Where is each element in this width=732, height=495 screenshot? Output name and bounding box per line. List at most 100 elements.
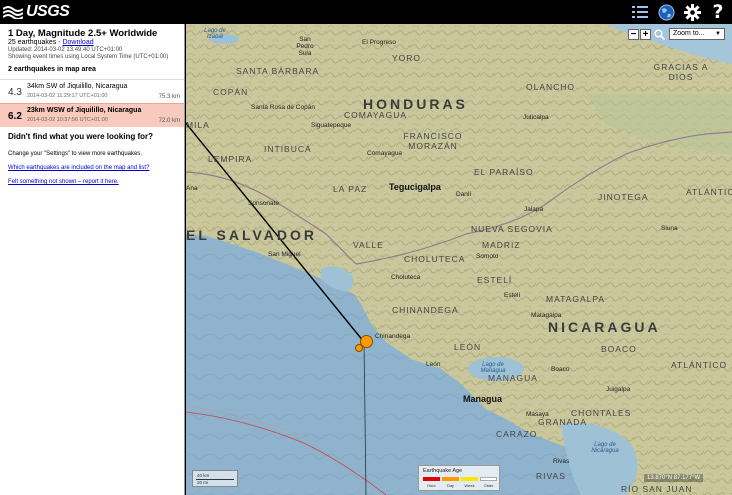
label-valle: VALLE [353, 240, 384, 250]
label-danli: Danlí [456, 191, 472, 198]
label-comayagua: COMAYAGUA [344, 110, 407, 120]
label-juigalpa: Juigalpa [606, 386, 631, 393]
label-somoto: Somoto [476, 253, 499, 260]
label-matagalpa: MATAGALPA [546, 294, 606, 304]
magnitude: 6.2 [8, 111, 22, 122]
label-sonsonate: Sonsonate [248, 200, 280, 207]
label-francisco-morazan: FRANCISCO MORAZÁN [403, 131, 463, 151]
age-label-older: Older [483, 483, 494, 488]
quake-depth: 72.0 km [158, 118, 180, 124]
label-el-progreso: El Progreso [362, 39, 396, 46]
help-heading: Didn't find what you were looking for? [8, 132, 154, 141]
earthquake-list-item[interactable]: 4.3 34km SW of Jiquilillo, Nicaragua 201… [0, 79, 184, 103]
label-boaco: BOACO [601, 344, 637, 354]
label-lago-de-managua: Lago de Managua [480, 362, 506, 374]
map-area-count: 2 earthquakes in map area [8, 66, 96, 73]
chevron-down-icon: ▼ [715, 31, 721, 37]
magnitude: 4.3 [8, 87, 22, 98]
label-yoro: YORO [392, 53, 422, 63]
updated-time: Updated: 2014-03-02 13:49:40 UTC+01:00 [8, 47, 123, 53]
label-rio-san-juan: RÍO SAN JUAN [621, 484, 693, 494]
zoom-in-button[interactable]: + [640, 28, 651, 40]
label-nicaragua: NICARAGUA [548, 319, 661, 335]
label-siuna: Siuna [661, 225, 678, 232]
earthquake-marker-4.3[interactable] [355, 344, 363, 352]
earthquake-age-legend: Earthquake Age Hour Day Week Older [418, 465, 500, 491]
which-earthquakes-link[interactable]: Which earthquakes are included on the ma… [8, 165, 149, 171]
label-granada: GRANADA [538, 417, 588, 427]
quake-place: 23km WSW of Jiquilillo, Nicaragua [27, 107, 142, 114]
label-esteli-city: Estelí [504, 292, 521, 299]
scale-bar: 40 km 20 mi [192, 470, 238, 487]
usgs-wave-icon [3, 6, 23, 19]
label-masaya: Masaya [526, 411, 549, 418]
age-label-week: Week [464, 483, 475, 488]
quake-place: 34km SW of Jiquilillo, Nicaragua [27, 83, 128, 90]
quake-depth: 75.3 km [158, 94, 180, 100]
label-lago-de-izabal: Lago de Izabal [204, 28, 226, 40]
quake-time: 2014-03-02 10:37:56 UTC+01:00 [27, 117, 108, 123]
help-icon[interactable]: ? [708, 2, 728, 22]
earthquake-count: 25 earthquakes - Download [8, 39, 94, 46]
label-san-pedro-sula: San Pedro Sula [296, 36, 314, 57]
label-ana: Ana [186, 185, 198, 192]
scale-mi: 20 mi [197, 480, 209, 485]
label-carazo: CARAZO [496, 429, 538, 439]
label-olancho: OLANCHO [526, 82, 576, 92]
list-icon[interactable] [630, 2, 650, 22]
map-view[interactable]: HONDURAS EL SALVADOR NICARAGUA SANTA BÁR… [186, 24, 732, 495]
quake-time: 2014-03-02 11:29:17 UTC+01:00 [27, 93, 108, 99]
earthquake-list-panel: 1 Day, Magnitude 2.5+ Worldwide 25 earth… [0, 24, 185, 495]
label-intibuca: INTIBUCÁ [264, 144, 312, 154]
label-choluteca-city: Choluteca [391, 274, 421, 281]
label-atlantico-south: ATLÁNTICO [671, 360, 728, 370]
zoom-out-button[interactable]: − [628, 28, 639, 40]
report-felt-link[interactable]: Felt something not shown – report it her… [8, 179, 119, 185]
label-atlantico: ATLÁNTICO [686, 187, 732, 197]
label-san-miguel: San Miguel [268, 251, 301, 258]
globe-icon[interactable] [656, 2, 676, 22]
label-lago-de-nicaragua: Lago de Nicaragua [591, 442, 619, 454]
help-settings-text: Change your "Settings" to view more eart… [8, 151, 142, 157]
label-tegucigalpa: Tegucigalpa [389, 182, 441, 192]
gear-icon[interactable] [682, 2, 702, 22]
timezone-note: Showing event times using Local System T… [8, 54, 169, 60]
age-swatch-day [442, 477, 459, 481]
label-jinotega: JINOTEGA [598, 192, 649, 202]
zoom-to-select[interactable]: Zoom to... ▼ [669, 28, 725, 40]
label-rivas: RIVAS [536, 471, 566, 481]
label-mila: MILA [186, 120, 210, 130]
label-matagalpa-city: Matagalpa [531, 312, 562, 319]
age-swatch-hour [423, 477, 440, 481]
label-managua-city: Managua [463, 394, 503, 404]
label-copan: COPÁN [213, 87, 249, 97]
earthquake-list-item-selected[interactable]: 6.2 23km WSW of Jiquilillo, Nicaragua 20… [0, 103, 184, 127]
search-icon[interactable] [654, 29, 665, 40]
label-la-paz: LA PAZ [333, 184, 368, 194]
label-siguatepeque: Siguatepeque [311, 122, 352, 129]
logo-text: USGS [26, 3, 70, 20]
download-link[interactable]: Download [62, 39, 93, 46]
label-chinandega-city: Chinandega [375, 333, 411, 340]
label-nueva-segovia: NUEVA SEGOVIA [471, 224, 553, 234]
list-title: 1 Day, Magnitude 2.5+ Worldwide [8, 28, 158, 39]
age-swatch-older [480, 477, 497, 481]
label-rivas-city: Rivas [553, 458, 570, 465]
coordinate-readout: 13.870°N 87.177°W [644, 474, 704, 482]
label-leon: LEÓN [454, 342, 482, 352]
header-bar: USGS ? [0, 0, 732, 24]
age-swatch-week [461, 477, 478, 481]
label-boaco-city: Boaco [551, 366, 570, 373]
zoom-select-value: Zoom to... [673, 30, 705, 37]
label-juticalpa: Juticalpa [523, 114, 549, 121]
age-legend-title: Earthquake Age [423, 468, 463, 474]
label-managua: MANAGUA [488, 373, 538, 383]
label-santa-barbara: SANTA BÁRBARA [236, 66, 320, 76]
label-chinandega: CHINANDEGA [392, 305, 459, 315]
age-label-day: Day [446, 483, 455, 488]
scale-km: 40 km [197, 473, 210, 478]
age-label-hour: Hour [427, 483, 436, 488]
label-esteli: ESTELÍ [477, 275, 513, 285]
usgs-logo[interactable]: USGS [3, 2, 70, 22]
label-el-paraiso: EL PARAÍSO [474, 167, 534, 177]
